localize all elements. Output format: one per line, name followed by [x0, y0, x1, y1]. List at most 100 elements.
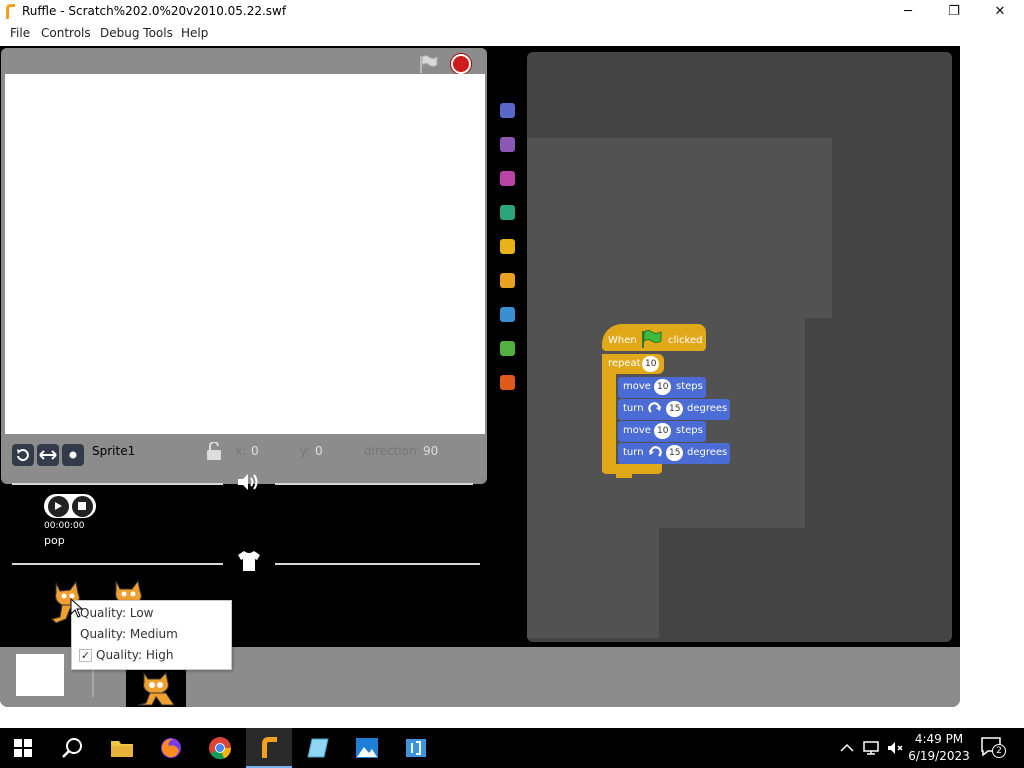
menu-item-quality-medium[interactable]: Quality: Medium [72, 624, 232, 645]
maximize-button[interactable]: ❐ [931, 0, 977, 23]
notification-count-badge: 2 [992, 744, 1006, 758]
menu-debug-tools[interactable]: Debug Tools [100, 26, 173, 40]
divider [275, 483, 473, 485]
play-icon [55, 502, 62, 510]
category-pen[interactable] [500, 205, 515, 220]
category-motion[interactable] [500, 103, 515, 118]
repeat-block-notch [616, 474, 632, 478]
stage-header [1, 48, 487, 74]
steps-label: steps [676, 425, 703, 436]
visual-studio-button[interactable] [393, 728, 439, 768]
stage-canvas[interactable] [5, 74, 485, 434]
menu-file[interactable]: File [10, 26, 30, 40]
dot-icon [69, 451, 77, 459]
category-sensing[interactable] [500, 273, 515, 288]
divider [275, 563, 480, 565]
green-flag-icon [642, 330, 662, 348]
menu-help[interactable]: Help [181, 26, 208, 40]
y-label: y: [300, 444, 311, 458]
script-stack[interactable]: When clicked repeat 10 move 10 steps tur… [602, 324, 742, 484]
photos-button[interactable] [344, 728, 390, 768]
category-control[interactable] [500, 239, 515, 254]
chevron-up-icon[interactable] [838, 739, 856, 757]
close-button[interactable]: ✕ [977, 0, 1023, 23]
firefox-button[interactable] [148, 728, 194, 768]
when-flag-clicked-block[interactable]: When clicked [602, 324, 706, 351]
menu-item-label: Quality: High [96, 648, 174, 662]
rotation-style-none-button[interactable] [62, 444, 84, 466]
category-events[interactable] [500, 375, 515, 390]
move-block[interactable]: move 10 steps [618, 421, 706, 442]
stop-icon [78, 502, 86, 510]
checkmark-icon: ✓ [79, 649, 92, 662]
move-steps-input[interactable]: 10 [654, 423, 672, 439]
turn-right-block[interactable]: turn 15 degrees [618, 399, 730, 420]
taskbar-clock-date[interactable]: 6/19/2023 [906, 749, 972, 763]
direction-label: direction: [364, 444, 421, 458]
repeat-label: repeat [608, 358, 641, 369]
speaker-icon [238, 474, 258, 490]
start-button[interactable] [0, 728, 46, 768]
hat-clicked-label: clicked [668, 335, 703, 346]
stage-thumbnail[interactable] [16, 654, 64, 696]
firefox-icon [161, 738, 181, 758]
notification-center-button[interactable]: 2 [980, 736, 1010, 760]
stop-sound-button[interactable] [71, 495, 93, 517]
menu-controls[interactable]: Controls [41, 26, 91, 40]
turn-label: turn [623, 403, 644, 414]
sprite-info-bar: x: 0 y: 0 direction: 90 [0, 441, 490, 471]
ruffle-icon [262, 737, 277, 758]
move-steps-input[interactable]: 10 [654, 379, 672, 395]
menu-item-quality-low[interactable]: Quality: Low [72, 603, 232, 624]
green-flag-icon[interactable] [417, 54, 439, 74]
windows-start-icon [14, 739, 32, 757]
menu-item-label: Quality: Low [80, 606, 154, 620]
rotate-icon [17, 449, 29, 462]
quality-context-menu: Quality: Low Quality: Medium ✓ Quality: … [71, 600, 232, 670]
turn-degrees-input[interactable]: 15 [666, 401, 684, 417]
menu-item-quality-high[interactable]: ✓ Quality: High [72, 645, 232, 666]
photos-icon [356, 738, 378, 758]
x-label: x: [235, 444, 247, 458]
chrome-icon [209, 737, 232, 760]
hat-when-label: When [608, 335, 637, 346]
divider [12, 483, 223, 485]
network-icon[interactable] [862, 739, 880, 757]
category-variables[interactable] [500, 307, 515, 322]
direction-value: 90 [423, 444, 439, 458]
minimize-button[interactable]: ─ [885, 0, 931, 23]
move-block[interactable]: move 10 steps [618, 377, 706, 398]
play-sound-button[interactable] [47, 495, 69, 517]
search-button[interactable] [49, 728, 95, 768]
turn-label: turn [623, 447, 644, 458]
chrome-button[interactable] [197, 728, 243, 768]
taskbar-clock-time[interactable]: 4:49 PM [908, 732, 970, 746]
title-bar: Ruffle - Scratch%202.0%20v2010.05.22.swf… [0, 0, 1024, 23]
block-category-palette [490, 48, 525, 648]
category-looks[interactable] [500, 137, 515, 152]
volume-muted-icon[interactable] [886, 739, 904, 757]
file-explorer-button[interactable] [99, 728, 145, 768]
visual-studio-icon [406, 739, 426, 757]
unlock-icon[interactable] [206, 442, 222, 460]
sprite-name-input[interactable] [88, 441, 196, 461]
menu-bar: File Controls Debug Tools Help [0, 23, 1024, 44]
category-operators[interactable] [500, 341, 515, 356]
notepad-button[interactable] [295, 728, 341, 768]
script-area[interactable]: When clicked repeat 10 move 10 steps tur… [527, 52, 952, 642]
category-sound[interactable] [500, 171, 515, 186]
flash-content-area: When clicked repeat 10 move 10 steps tur… [0, 46, 960, 707]
move-label: move [623, 425, 651, 436]
rotation-style-flip-button[interactable] [37, 444, 59, 466]
window-title: Ruffle - Scratch%202.0%20v2010.05.22.swf [22, 4, 287, 18]
ruffle-taskbar-button[interactable] [246, 728, 292, 768]
stop-button[interactable] [451, 54, 471, 74]
degrees-label: degrees [687, 447, 728, 458]
menu-item-label: Quality: Medium [80, 627, 178, 641]
rotation-style-rotate-button[interactable] [12, 444, 34, 466]
turn-degrees-input[interactable]: 15 [666, 445, 684, 461]
sound-duration: 00:00:00 [44, 521, 85, 531]
search-icon [62, 738, 82, 758]
steps-label: steps [676, 381, 703, 392]
turn-left-block[interactable]: turn 15 degrees [618, 443, 730, 464]
